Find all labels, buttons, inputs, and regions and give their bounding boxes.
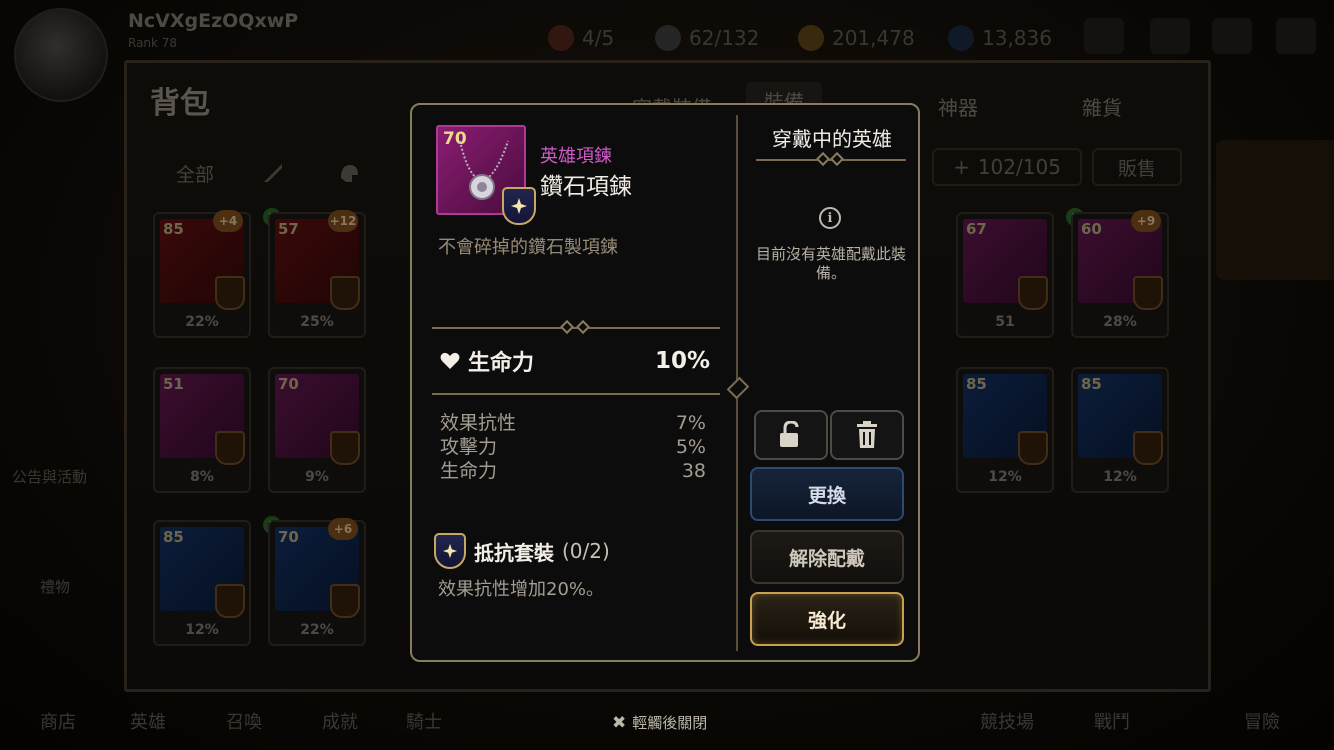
resist-set-icon bbox=[502, 187, 536, 225]
sell-button[interactable]: 販售 bbox=[1092, 148, 1182, 186]
delete-button[interactable] bbox=[830, 410, 904, 460]
player-avatar[interactable] bbox=[14, 8, 108, 102]
side-event-tab[interactable] bbox=[1216, 140, 1334, 280]
stamina-value: 4/5 bbox=[582, 26, 615, 50]
resource-crystal[interactable]: 13,836 bbox=[948, 20, 1052, 56]
resist-set-icon bbox=[434, 533, 466, 569]
set-name: 抵抗套裝 bbox=[474, 540, 554, 565]
gold-value: 201,478 bbox=[832, 26, 915, 50]
nav-achievements[interactable]: 成就 bbox=[322, 708, 358, 734]
nav-adventure[interactable]: 冒險 bbox=[1244, 708, 1280, 734]
tab-artifacts[interactable]: 神器 bbox=[938, 92, 978, 121]
equipment-card[interactable]: 70 +6 22% bbox=[268, 518, 366, 646]
filter-weapon-icon[interactable] bbox=[260, 160, 286, 191]
nav-knights[interactable]: 騎士 bbox=[406, 708, 442, 734]
set-icon bbox=[1018, 431, 1048, 465]
unequip-button[interactable]: 解除配戴 bbox=[750, 530, 904, 584]
gold-coin-icon bbox=[798, 25, 824, 51]
nav-arena[interactable]: 競技場 bbox=[980, 708, 1034, 734]
ornament-divider bbox=[432, 319, 720, 335]
player-rank: Rank 78 bbox=[128, 36, 178, 50]
item-description: 不會碎掉的鑽石製項鍊 bbox=[438, 237, 618, 258]
nav-summon[interactable]: 召喚 bbox=[226, 708, 262, 734]
ornament-divider bbox=[432, 393, 720, 395]
filter-helmet-icon[interactable] bbox=[336, 160, 362, 191]
inventory-capacity[interactable]: + 102/105 bbox=[932, 148, 1082, 186]
set-icon bbox=[215, 276, 245, 310]
equipment-card[interactable]: 85 12% bbox=[1071, 367, 1169, 493]
equipment-card[interactable]: 85 12% bbox=[956, 367, 1054, 493]
no-hero-text: 目前沒有英雄配戴此裝備。 bbox=[756, 245, 907, 282]
item-name: 鑽石項鍊 bbox=[540, 174, 632, 200]
nav-heroes[interactable]: 英雄 bbox=[130, 708, 166, 734]
tab-misc[interactable]: 雜貨 bbox=[1082, 92, 1122, 121]
sub-stat-row: 攻擊力 5% bbox=[440, 436, 706, 458]
energy-value: 62/132 bbox=[689, 26, 760, 50]
close-icon: ✖ bbox=[612, 712, 627, 733]
set-icon bbox=[330, 431, 360, 465]
energy-icon bbox=[655, 25, 681, 51]
player-name: NcVXgEzOQxwP bbox=[128, 10, 299, 32]
filter-all[interactable]: 全部 bbox=[176, 160, 214, 187]
sub-stat-row: 生命力 38 bbox=[440, 460, 706, 482]
trash-icon bbox=[857, 421, 877, 448]
set-count: (0/2) bbox=[562, 539, 610, 563]
stamina-icon bbox=[548, 25, 574, 51]
wearing-hero-title: 穿戴中的英雄 bbox=[772, 127, 892, 151]
equipment-card[interactable]: 60 +9 28% bbox=[1071, 210, 1169, 338]
crystal-icon bbox=[948, 25, 974, 51]
set-icon bbox=[1133, 276, 1163, 310]
resource-gold[interactable]: 201,478 bbox=[798, 20, 915, 56]
item-rarity: 英雄項鍊 bbox=[540, 146, 612, 167]
set-info: 抵抗套裝 (0/2) bbox=[434, 533, 610, 569]
resource-energy[interactable]: 62/132 bbox=[655, 20, 759, 56]
enhance-button[interactable]: 強化 bbox=[750, 592, 904, 646]
capacity-value: 102/105 bbox=[977, 155, 1061, 179]
set-icon bbox=[215, 584, 245, 618]
vertical-divider bbox=[736, 115, 738, 651]
set-icon bbox=[330, 584, 360, 618]
nav-notice-events[interactable]: 公告與活動 bbox=[12, 466, 87, 487]
main-stat-value: 10% bbox=[654, 348, 710, 374]
equipment-card[interactable]: 85 12% bbox=[153, 520, 251, 646]
ornament-divider bbox=[756, 151, 906, 167]
nav-battle[interactable]: 戰鬥 bbox=[1094, 708, 1130, 734]
item-detail-modal: 70 英雄項鍊 鑽石項鍊 不會碎掉的鑽石製項鍊 生命力 10% 效果抗性 7% 攻… bbox=[410, 103, 920, 662]
close-hint-text: 輕觸後關閉 bbox=[632, 714, 708, 732]
equipment-card[interactable]: 67 51 bbox=[956, 212, 1054, 338]
tap-to-close[interactable]: ✖ 輕觸後關閉 bbox=[612, 712, 707, 733]
equipment-card[interactable]: 57 +12 25% bbox=[268, 210, 366, 338]
set-icon bbox=[1018, 276, 1048, 310]
inventory-title: 背包 bbox=[150, 86, 210, 121]
set-icon bbox=[1133, 431, 1163, 465]
main-stat: 生命力 10% bbox=[440, 345, 710, 377]
mail-icon[interactable] bbox=[1150, 18, 1190, 54]
friends-icon[interactable] bbox=[1084, 18, 1124, 54]
menu-grid-icon[interactable] bbox=[1276, 18, 1316, 54]
equipment-card[interactable]: 85 +4 22% bbox=[153, 210, 251, 338]
set-effect: 效果抗性增加20%。 bbox=[438, 579, 605, 600]
equipment-card[interactable]: 51 8% bbox=[153, 367, 251, 493]
chat-icon[interactable] bbox=[1212, 18, 1252, 54]
lock-button[interactable] bbox=[754, 410, 828, 460]
info-icon: i bbox=[819, 207, 841, 229]
equipment-card[interactable]: 70 9% bbox=[268, 367, 366, 493]
set-icon bbox=[330, 276, 360, 310]
sub-stat-row: 效果抗性 7% bbox=[440, 412, 706, 434]
set-icon bbox=[215, 431, 245, 465]
sub-stats: 效果抗性 7% 攻擊力 5% 生命力 38 bbox=[440, 411, 706, 483]
swap-button[interactable]: 更換 bbox=[750, 467, 904, 521]
nav-gifts[interactable]: 禮物 bbox=[40, 576, 70, 597]
crystal-value: 13,836 bbox=[982, 26, 1052, 50]
unlock-icon bbox=[780, 421, 799, 447]
heart-icon bbox=[440, 352, 460, 369]
resource-stamina[interactable]: 4/5 bbox=[548, 20, 614, 56]
main-stat-name: 生命力 bbox=[468, 351, 535, 376]
nav-shop[interactable]: 商店 bbox=[40, 708, 76, 734]
plus-icon: + bbox=[953, 155, 970, 179]
